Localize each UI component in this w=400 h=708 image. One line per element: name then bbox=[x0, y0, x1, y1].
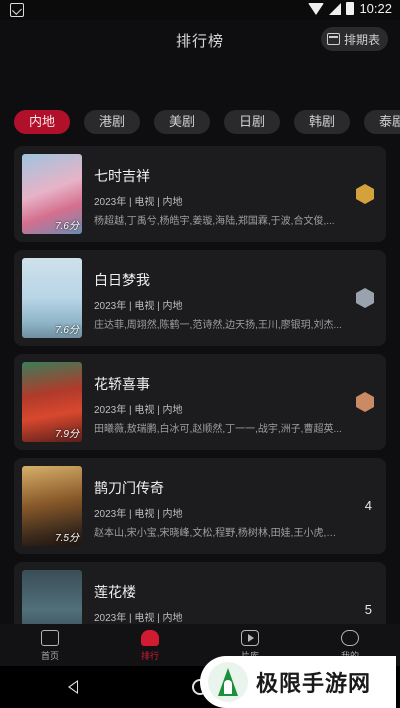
rank-silver-badge-icon bbox=[356, 288, 374, 308]
me-icon bbox=[341, 630, 359, 646]
play-icon bbox=[241, 630, 259, 646]
poster-score: 7.9分 bbox=[55, 429, 79, 440]
status-time: 10:22 bbox=[359, 1, 392, 16]
rank-bronze-badge-icon bbox=[356, 392, 374, 412]
list-item[interactable]: 7.5分 鹊刀门传奇 2023年 | 电视 | 内地 赵本山,宋小宝,宋晓峰,文… bbox=[14, 458, 386, 554]
tab-thai[interactable]: 泰剧 bbox=[364, 110, 400, 134]
tab-japan[interactable]: 日剧 bbox=[224, 110, 280, 134]
tab-korea[interactable]: 韩剧 bbox=[294, 110, 350, 134]
list-item[interactable]: 7.6分 白日梦我 2023年 | 电视 | 内地 庄达菲,周翊然,陈鹤一,范诗… bbox=[14, 250, 386, 346]
nav-home[interactable]: 首页 bbox=[0, 624, 100, 666]
item-meta: 2023年 | 电视 | 内地 bbox=[94, 197, 183, 208]
item-cast: 杨超越,丁禹兮,杨皓宇,姜璇,海陆,郑国霖,于波,合文俊,... bbox=[94, 216, 335, 227]
home-icon bbox=[41, 630, 59, 646]
nav-home-label: 首页 bbox=[40, 651, 59, 661]
nav-ranking[interactable]: 排行 bbox=[100, 624, 200, 666]
watermark: 极限手游网 bbox=[200, 656, 396, 708]
list-item[interactable]: 7.9分 花轿喜事 2023年 | 电视 | 内地 田曦薇,敖瑞鹏,白冰可,赵顺… bbox=[14, 354, 386, 450]
item-title: 七时吉祥 bbox=[94, 168, 150, 184]
rank-gold-badge-icon bbox=[356, 184, 374, 204]
item-meta: 2023年 | 电视 | 内地 bbox=[94, 613, 183, 624]
trophy-icon bbox=[141, 630, 159, 646]
rank-number: 5 bbox=[364, 602, 372, 617]
schedule-button[interactable]: 排期表 bbox=[320, 27, 388, 51]
wifi-icon bbox=[308, 2, 325, 15]
list-item[interactable]: 7.6分 七时吉祥 2023年 | 电视 | 内地 杨超越,丁禹兮,杨皓宇,姜璇… bbox=[14, 146, 386, 242]
item-cast: 赵本山,宋小宝,宋晓峰,文松,程野,杨树林,田娃,王小虎,唐... bbox=[94, 528, 344, 539]
poster-score: 7.5分 bbox=[55, 533, 79, 544]
tab-us[interactable]: 美剧 bbox=[154, 110, 210, 134]
poster-score: 7.6分 bbox=[55, 221, 79, 232]
item-title: 花轿喜事 bbox=[94, 376, 150, 392]
poster-image: 7.9分 bbox=[22, 362, 82, 442]
item-title: 白日梦我 bbox=[94, 272, 150, 288]
watermark-text: 极限手游网 bbox=[256, 671, 372, 697]
notification-icon bbox=[10, 3, 24, 17]
calendar-icon bbox=[326, 33, 340, 45]
nav-ranking-label: 排行 bbox=[140, 651, 159, 661]
item-title: 鹊刀门传奇 bbox=[94, 480, 164, 496]
signal-icon bbox=[329, 2, 342, 15]
poster-image: 7.6分 bbox=[22, 258, 82, 338]
category-tabs: 内地 港剧 美剧 日剧 韩剧 泰剧 bbox=[14, 110, 400, 134]
status-bar: 10:22 bbox=[0, 0, 400, 20]
tab-hongkong[interactable]: 港剧 bbox=[84, 110, 140, 134]
back-icon[interactable] bbox=[68, 680, 78, 694]
item-meta: 2023年 | 电视 | 内地 bbox=[94, 509, 183, 520]
item-meta: 2023年 | 电视 | 内地 bbox=[94, 405, 183, 416]
schedule-button-label: 排期表 bbox=[343, 32, 380, 47]
item-meta: 2023年 | 电视 | 内地 bbox=[94, 301, 183, 312]
poster-image: 7.5分 bbox=[22, 466, 82, 546]
poster-image: 7.6分 bbox=[22, 154, 82, 234]
ranking-list: 7.6分 七时吉祥 2023年 | 电视 | 内地 杨超越,丁禹兮,杨皓宇,姜璇… bbox=[14, 146, 386, 666]
item-title: 莲花楼 bbox=[94, 584, 136, 600]
watermark-logo-icon bbox=[208, 662, 248, 702]
header: 排行榜 排期表 bbox=[0, 20, 400, 60]
battery-icon bbox=[346, 2, 355, 15]
rank-number: 4 bbox=[364, 498, 372, 513]
status-icons: 10:22 bbox=[308, 1, 392, 16]
item-cast: 田曦薇,敖瑞鹏,白冰可,赵顺然,丁一一,战宇,洲子,曹超英... bbox=[94, 424, 342, 435]
tab-mainland[interactable]: 内地 bbox=[14, 110, 70, 134]
item-cast: 庄达菲,周翊然,陈鹤一,范诗然,边天扬,王川,廖银玥,刘杰... bbox=[94, 320, 342, 331]
poster-score: 7.6分 bbox=[55, 325, 79, 336]
